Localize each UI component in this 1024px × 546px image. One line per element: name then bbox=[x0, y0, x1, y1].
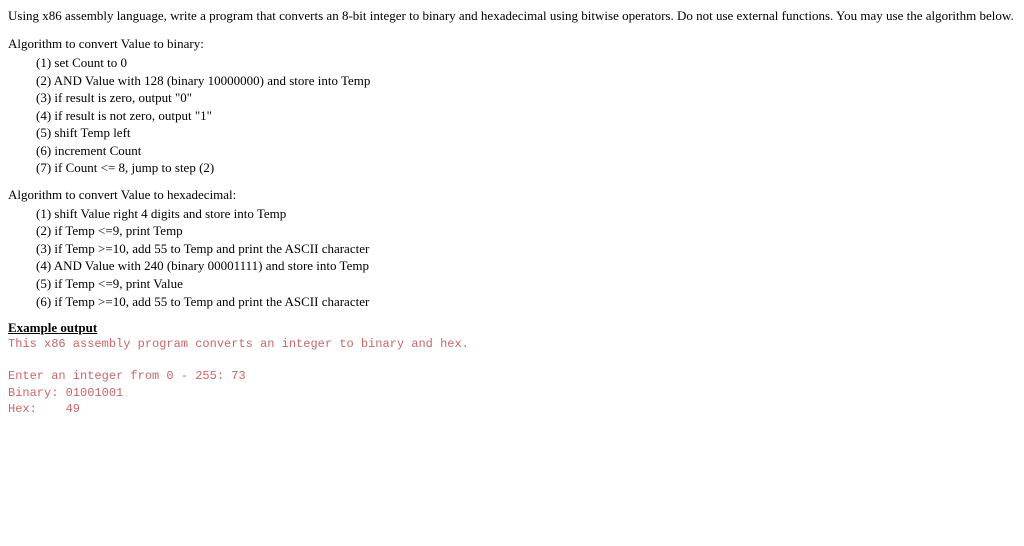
algo-step: (1) shift Value right 4 digits and store… bbox=[36, 205, 1016, 223]
algo-step: (5) shift Temp left bbox=[36, 124, 1016, 142]
console-line: This x86 assembly program converts an in… bbox=[8, 337, 469, 351]
example-output-heading: Example output bbox=[8, 320, 1016, 336]
hex-steps: (1) shift Value right 4 digits and store… bbox=[8, 205, 1016, 310]
intro-text: Using x86 assembly language, write a pro… bbox=[8, 8, 1016, 24]
algo-step: (1) set Count to 0 bbox=[36, 54, 1016, 72]
algo-step: (3) if Temp >=10, add 55 to Temp and pri… bbox=[36, 240, 1016, 258]
algo-step: (7) if Count <= 8, jump to step (2) bbox=[36, 159, 1016, 177]
hex-algo-title: Algorithm to convert Value to hexadecima… bbox=[8, 187, 1016, 203]
algo-step: (2) if Temp <=9, print Temp bbox=[36, 222, 1016, 240]
binary-steps: (1) set Count to 0 (2) AND Value with 12… bbox=[8, 54, 1016, 177]
binary-algo-title: Algorithm to convert Value to binary: bbox=[8, 36, 1016, 52]
console-line: Binary: 01001001 bbox=[8, 386, 123, 400]
algo-step: (6) increment Count bbox=[36, 142, 1016, 160]
algo-step: (2) AND Value with 128 (binary 10000000)… bbox=[36, 72, 1016, 90]
algo-step: (4) if result is not zero, output "1" bbox=[36, 107, 1016, 125]
algo-step: (5) if Temp <=9, print Value bbox=[36, 275, 1016, 293]
console-line: Enter an integer from 0 - 255: 73 bbox=[8, 369, 246, 383]
algo-step: (6) if Temp >=10, add 55 to Temp and pri… bbox=[36, 293, 1016, 311]
console-line: Hex: 49 bbox=[8, 402, 80, 416]
algo-step: (3) if result is zero, output "0" bbox=[36, 89, 1016, 107]
example-output-console: This x86 assembly program converts an in… bbox=[8, 336, 1016, 417]
algo-step: (4) AND Value with 240 (binary 00001111)… bbox=[36, 257, 1016, 275]
